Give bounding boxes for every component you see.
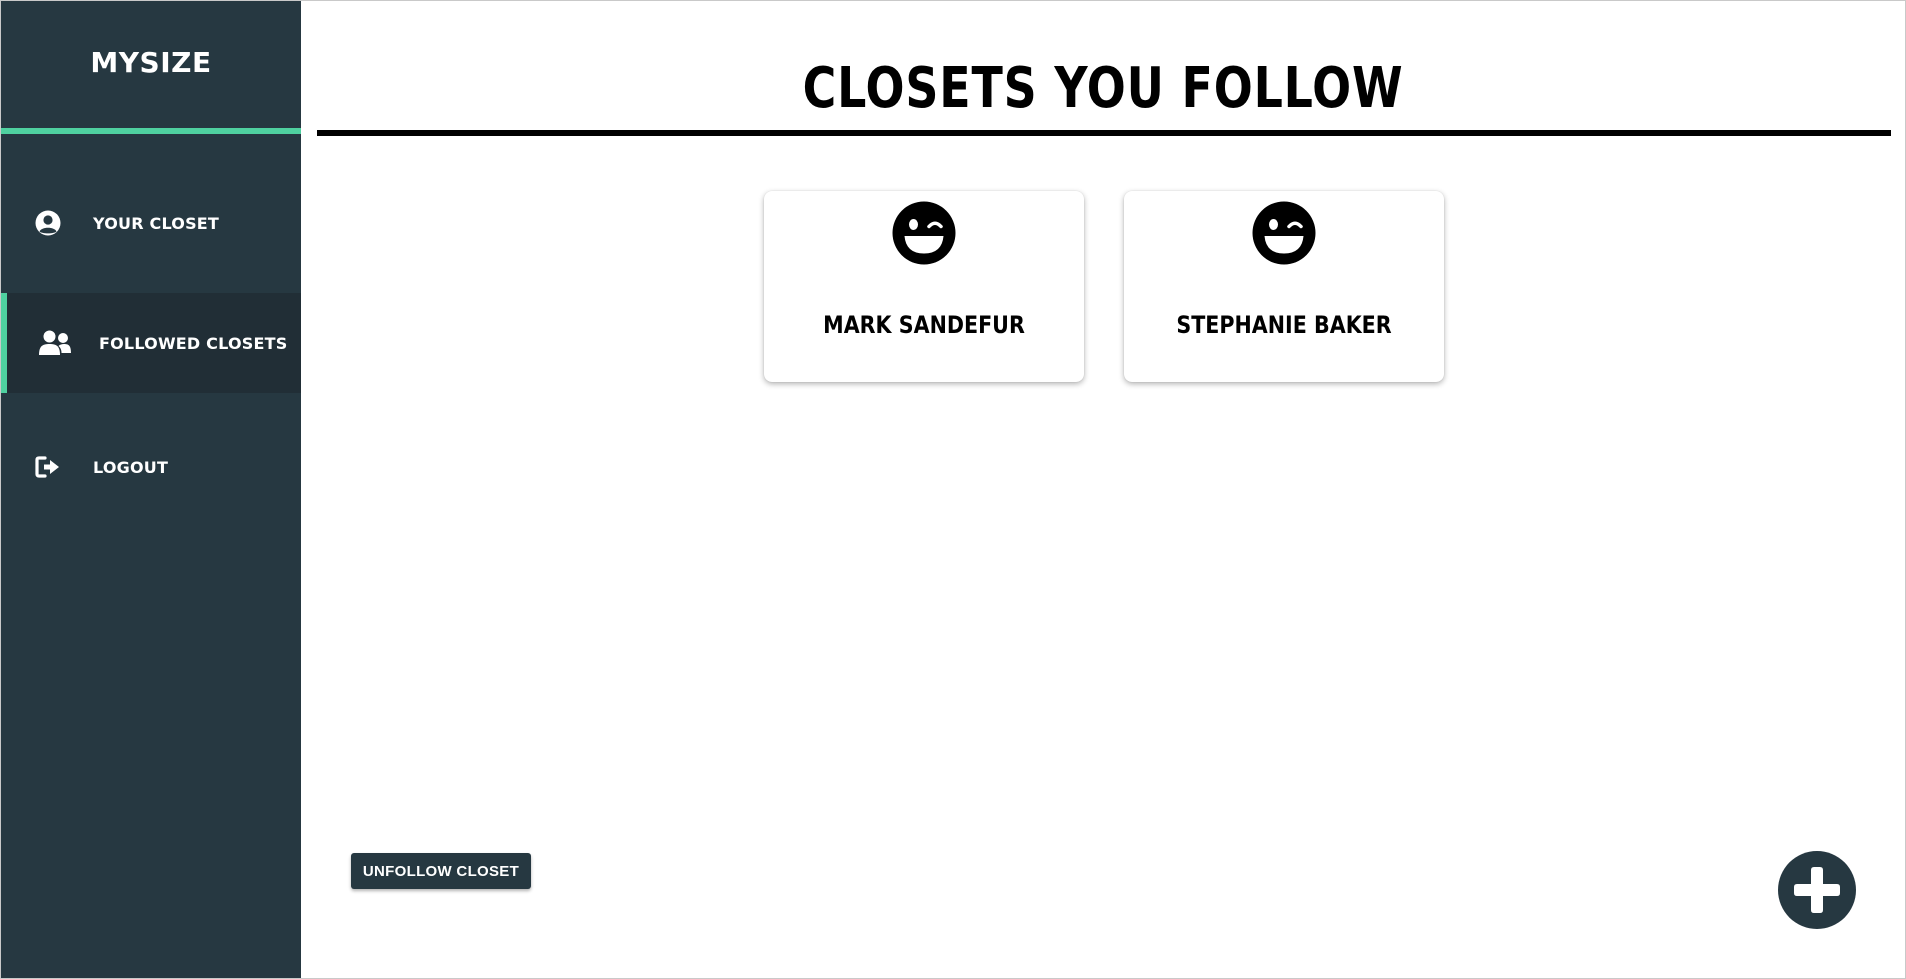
closet-owner-name: STEPHANIE BAKER — [1176, 311, 1392, 339]
sidebar-item-logout[interactable]: LOGOUT — [1, 417, 301, 517]
sidebar-item-followed-closets[interactable]: FOLLOWED CLOSETS — [1, 293, 301, 393]
brand-logo-text: MYSIZE — [90, 45, 212, 79]
grin-wink-icon — [892, 201, 956, 265]
unfollow-closet-button[interactable]: UNFOLLOW CLOSET — [351, 853, 531, 889]
users-icon — [38, 329, 72, 357]
sidebar-item-label: LOGOUT — [93, 457, 169, 477]
plus-icon — [1792, 865, 1842, 915]
app-window: MYSIZE YOUR CLOSET FOLLOWED CLOSETS LOGO… — [0, 0, 1906, 979]
grin-wink-icon — [1252, 201, 1316, 265]
closet-card[interactable]: MARK SANDEFUR — [764, 191, 1084, 382]
title-divider — [317, 130, 1891, 136]
page-title: CLOSETS YOU FOLLOW — [802, 56, 1404, 121]
main-content: CLOSETS YOU FOLLOW MARK SANDEFUR STEPHAN… — [301, 1, 1905, 978]
sign-out-icon — [34, 453, 62, 481]
add-button[interactable] — [1778, 851, 1856, 929]
user-circle-icon — [34, 209, 62, 237]
sidebar-item-label: FOLLOWED CLOSETS — [99, 333, 288, 353]
sidebar-item-your-closet[interactable]: YOUR CLOSET — [1, 173, 301, 273]
brand[interactable]: MYSIZE — [1, 1, 301, 134]
sidebar-item-label: YOUR CLOSET — [93, 213, 220, 233]
closet-card[interactable]: STEPHANIE BAKER — [1124, 191, 1444, 382]
closet-owner-name: MARK SANDEFUR — [823, 311, 1025, 339]
sidebar: MYSIZE YOUR CLOSET FOLLOWED CLOSETS LOGO… — [1, 1, 301, 978]
